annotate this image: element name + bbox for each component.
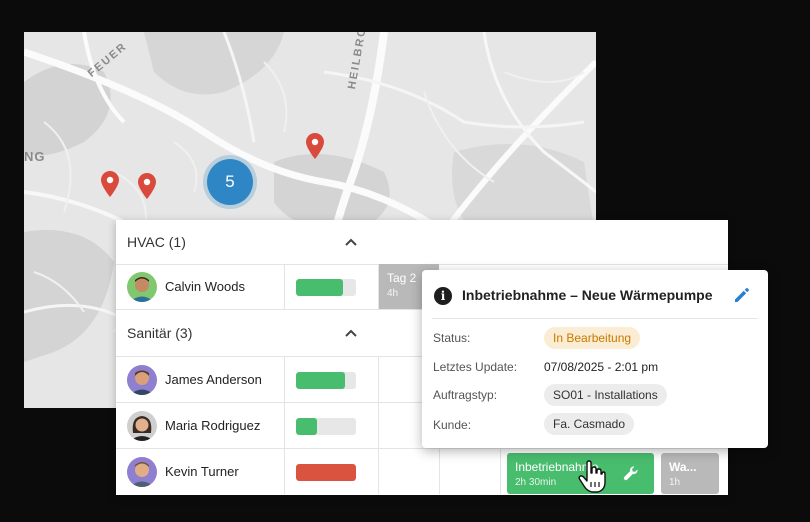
utilization-bar (296, 464, 356, 481)
status-label: Status: (433, 331, 471, 345)
map-cluster-marker[interactable]: 5 (207, 159, 253, 205)
last-update-label: Letztes Update: (433, 360, 518, 374)
hand-cursor-icon (578, 460, 606, 493)
map-area-label: NG (24, 149, 46, 164)
chevron-up-icon[interactable] (345, 326, 357, 340)
group-label: HVAC (1) (127, 234, 186, 250)
map-pin-icon[interactable] (101, 171, 119, 197)
order-type-chip: SO01 - Installations (544, 384, 667, 406)
event-details-popover: i Inbetriebnahme – Neue Wärmepumpe Statu… (422, 270, 768, 448)
avatar (127, 457, 157, 487)
edit-pencil-icon[interactable] (732, 285, 752, 305)
last-update-value: 07/08/2025 - 2:01 pm (544, 360, 659, 374)
wrench-icon[interactable] (623, 465, 639, 486)
utilization-bar (296, 418, 356, 435)
customer-chip: Fa. Casmado (544, 413, 635, 435)
resource-row: Kevin Turner Inbetriebnahme 2h 30min Wa.… (116, 449, 728, 494)
info-icon: i (434, 287, 452, 305)
chevron-up-icon[interactable] (345, 235, 357, 249)
group-label: Sanitär (3) (127, 325, 193, 341)
avatar (127, 411, 157, 441)
map-pin-icon[interactable] (306, 133, 324, 159)
resource-name: Kevin Turner (165, 464, 239, 479)
divider (432, 318, 758, 319)
order-type-label: Auftragstyp: (433, 388, 498, 402)
resource-name: James Anderson (165, 372, 262, 387)
utilization-bar (296, 372, 356, 389)
group-header-hvac[interactable]: HVAC (1) (116, 220, 728, 265)
map-pin-icon[interactable] (138, 173, 156, 199)
popover-title: Inbetriebnahme – Neue Wärmepumpe (462, 287, 713, 303)
status-badge: In Bearbeitung (544, 327, 641, 349)
event-block[interactable]: Wa... 1h (661, 453, 719, 494)
resource-name: Calvin Woods (165, 279, 245, 294)
utilization-bar (296, 279, 356, 296)
customer-label: Kunde: (433, 418, 472, 432)
resource-name: Maria Rodriguez (165, 418, 261, 433)
avatar (127, 365, 157, 395)
avatar (127, 272, 157, 302)
